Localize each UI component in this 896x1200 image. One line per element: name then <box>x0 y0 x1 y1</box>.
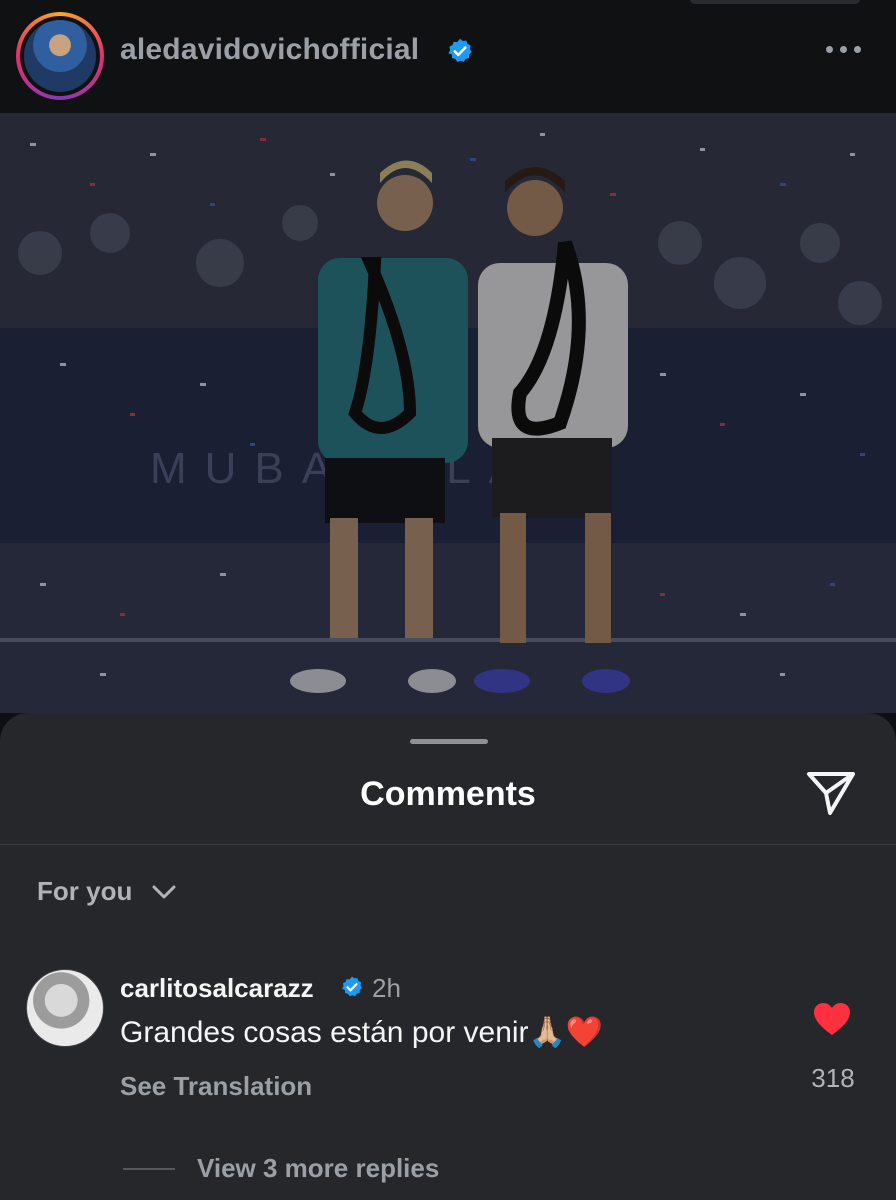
filter-label: For you <box>37 876 133 906</box>
like-count: 318 <box>811 1063 855 1093</box>
comment-text: Grandes cosas están por venir🙏🏼❤️ <box>120 1015 603 1050</box>
verified-badge-icon <box>448 38 472 62</box>
commenter-avatar[interactable] <box>26 969 104 1047</box>
comment-filter-dropdown[interactable]: For you <box>37 876 176 907</box>
paper-plane-icon[interactable] <box>804 769 858 817</box>
comment-emojis: 🙏🏼❤️ <box>528 1016 604 1049</box>
comment-body: Grandes cosas están por venir <box>120 1016 529 1049</box>
more-horizontal-icon[interactable] <box>826 46 866 58</box>
heart-icon[interactable] <box>812 1001 852 1037</box>
commenter-username[interactable]: carlitosalcarazz <box>120 973 314 1004</box>
verified-badge-icon <box>342 976 362 997</box>
status-bar-pill <box>690 0 860 4</box>
post-username[interactable]: aledavidovichofficial <box>120 33 419 67</box>
sheet-divider <box>0 844 896 845</box>
sheet-grabber[interactable] <box>410 739 488 744</box>
see-translation-link[interactable]: See Translation <box>120 1071 312 1102</box>
post-header: aledavidovichofficial <box>0 0 896 113</box>
comment-item: carlitosalcarazz 2h Grandes cosas están … <box>0 963 896 1123</box>
comments-sheet: Comments For you carlitosalcarazz 2h Gra… <box>0 713 896 1200</box>
replies-divider <box>123 1168 175 1170</box>
post-photo[interactable]: MUBADALA <box>0 113 896 713</box>
story-ring[interactable] <box>16 12 104 100</box>
comment-time: 2h <box>372 973 401 1003</box>
dim-overlay <box>0 113 896 713</box>
sheet-title: Comments <box>360 775 536 813</box>
chevron-down-icon <box>152 885 176 898</box>
profile-avatar[interactable] <box>24 20 96 92</box>
view-replies-button[interactable]: View 3 more replies <box>197 1153 439 1184</box>
